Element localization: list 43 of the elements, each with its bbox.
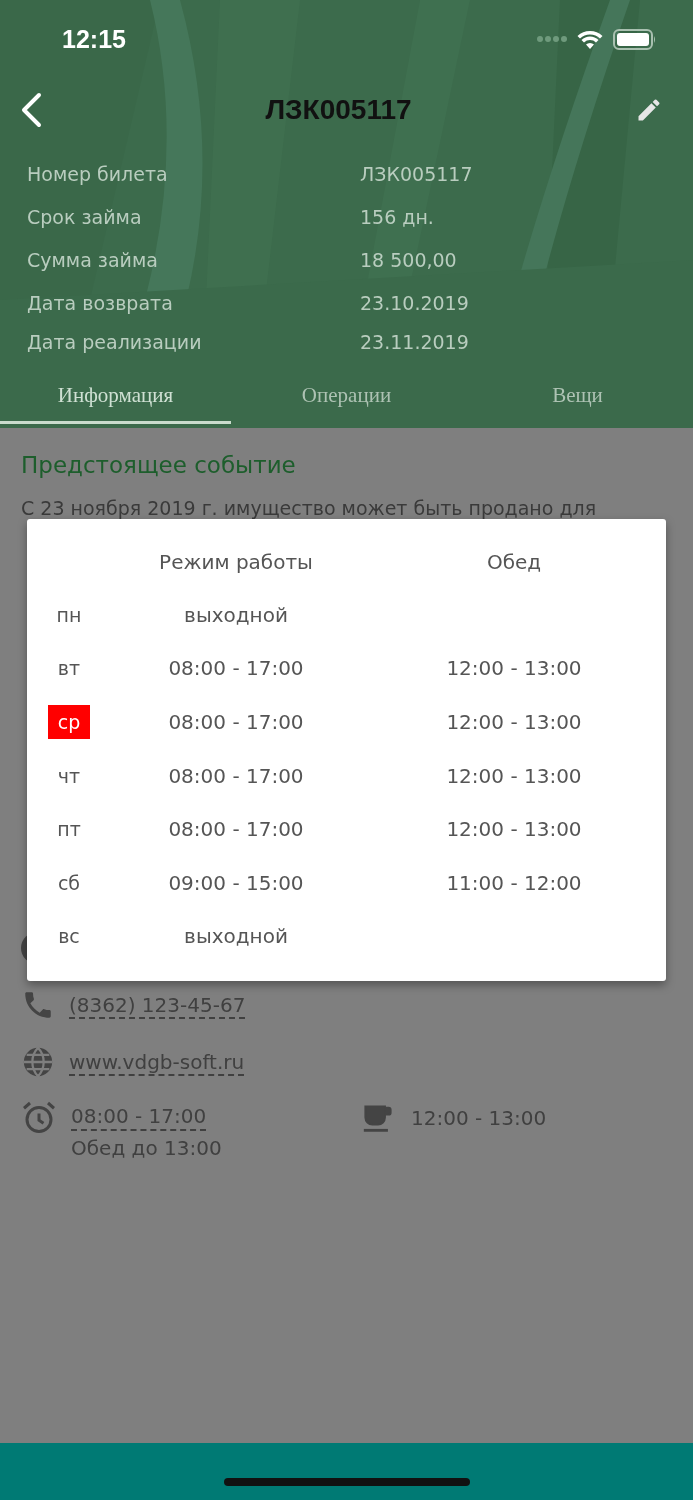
day-label: чт xyxy=(56,763,82,789)
day-label: вт xyxy=(56,656,82,682)
website-link[interactable]: www.vdgb-soft.ru xyxy=(69,1049,245,1074)
phone-link[interactable]: (8362) 123-45-67 xyxy=(69,992,246,1017)
column-header: Обед xyxy=(485,550,543,574)
day-label: вс xyxy=(57,924,81,950)
hours-text: 08:00 - 17:00 xyxy=(168,710,304,734)
field-value: 156 дн. xyxy=(360,205,434,228)
lunch-text: 12:00 - 13:00 xyxy=(446,710,582,734)
tab[interactable]: Информация xyxy=(0,380,231,424)
field-label: Сумма займа xyxy=(27,248,159,271)
field-label: Номер билета xyxy=(27,162,169,185)
field-value: 18 500,00 xyxy=(360,248,457,271)
field-value: ЛЗК005117 xyxy=(360,162,473,185)
section-heading: Предстоящее событие xyxy=(21,451,297,480)
lunch-text: 12:00 - 13:00 xyxy=(446,817,582,842)
hours-text: выходной xyxy=(184,924,288,949)
status-time: 12:15 xyxy=(62,24,126,54)
body-text: С 23 ноября 2019 г. имущество может быть продано для xyxy=(21,496,598,521)
tab[interactable]: Операции xyxy=(231,380,462,424)
lunch-text: 12:00 - 13:00 xyxy=(446,656,582,681)
screen-title: ЛЗК005117 xyxy=(265,94,412,126)
lunch-time: 12:00 - 13:00 xyxy=(411,1105,547,1130)
lunch-text: 12:00 - 13:00 xyxy=(446,763,582,788)
hours-text: 09:00 - 15:00 xyxy=(168,870,304,895)
day-label: ср xyxy=(47,705,91,739)
column-header: Режим работы xyxy=(158,550,314,574)
day-label: сб xyxy=(56,870,82,896)
field-label: Дата реализации xyxy=(27,331,203,353)
hours-link[interactable]: 08:00 - 17:00 xyxy=(71,1104,222,1128)
hours-text: выходной xyxy=(184,602,288,627)
lunch-note: Обед до 13:00 xyxy=(71,1136,222,1160)
field-value: 23.11.2019 xyxy=(360,331,469,353)
hours-text: 08:00 - 17:00 xyxy=(168,817,304,842)
lunch-text: 11:00 - 12:00 xyxy=(446,870,582,895)
field-label: Срок займа xyxy=(27,205,143,228)
tab[interactable]: Вещи xyxy=(462,380,693,424)
hours-text: 08:00 - 17:00 xyxy=(168,763,304,788)
field-label: Дата возврата xyxy=(27,291,174,314)
day-label: пт xyxy=(56,817,82,843)
hours-text: 08:00 - 17:00 xyxy=(168,656,304,681)
field-value: 23.10.2019 xyxy=(360,291,469,314)
day-label: пн xyxy=(55,602,83,628)
